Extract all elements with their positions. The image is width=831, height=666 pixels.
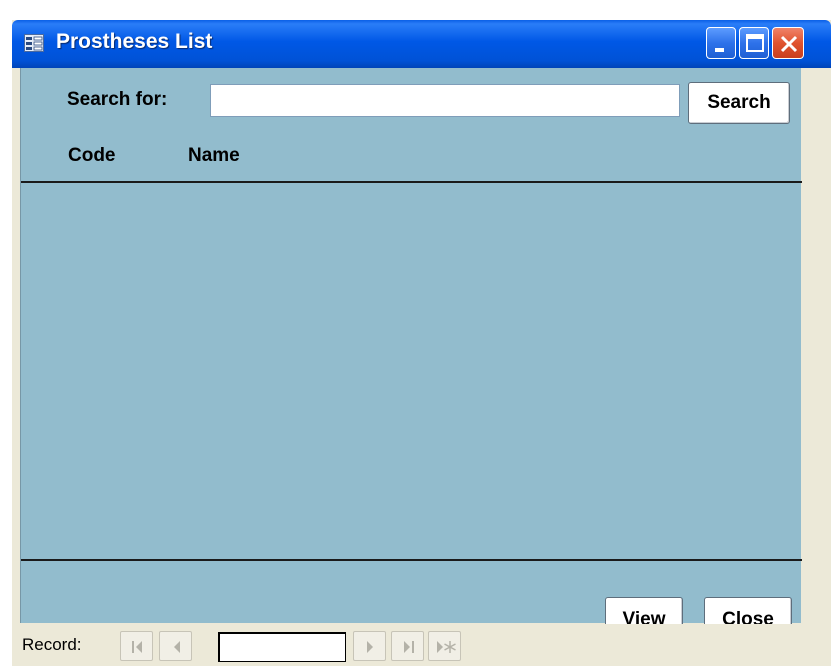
last-record-button[interactable] bbox=[391, 631, 424, 661]
maximize-icon bbox=[746, 34, 764, 52]
column-header-code: Code bbox=[68, 145, 116, 166]
column-header-name: Name bbox=[188, 145, 240, 166]
previous-record-button[interactable] bbox=[159, 631, 192, 661]
first-record-button[interactable] bbox=[120, 631, 153, 661]
previous-record-icon bbox=[174, 641, 180, 653]
next-record-button[interactable] bbox=[353, 631, 386, 661]
record-label: Record: bbox=[22, 635, 82, 654]
record-navigation-bar: Record: bbox=[12, 624, 831, 666]
minimize-button[interactable] bbox=[706, 27, 736, 59]
prostheses-list-window: Prostheses List Search for: Search Code … bbox=[12, 20, 831, 666]
list-bottom-divider bbox=[21, 559, 802, 561]
search-input[interactable] bbox=[210, 84, 680, 117]
next-record-icon bbox=[367, 641, 373, 653]
close-icon bbox=[780, 35, 798, 53]
results-list[interactable] bbox=[21, 183, 802, 559]
maximize-button[interactable] bbox=[739, 27, 769, 59]
window-title: Prostheses List bbox=[56, 30, 213, 53]
close-window-button[interactable] bbox=[772, 27, 804, 59]
first-record-icon bbox=[132, 641, 142, 653]
minimize-icon bbox=[715, 48, 724, 52]
search-button[interactable]: Search bbox=[688, 82, 790, 124]
new-record-button[interactable] bbox=[428, 631, 461, 661]
last-record-icon bbox=[404, 641, 414, 653]
new-record-icon bbox=[437, 641, 456, 653]
record-number-input[interactable] bbox=[218, 632, 346, 662]
search-label: Search for: bbox=[67, 89, 168, 110]
form-body: Search for: Search Code Name View Close bbox=[20, 68, 802, 643]
form-icon bbox=[24, 34, 44, 52]
title-bar[interactable]: Prostheses List bbox=[12, 20, 831, 68]
